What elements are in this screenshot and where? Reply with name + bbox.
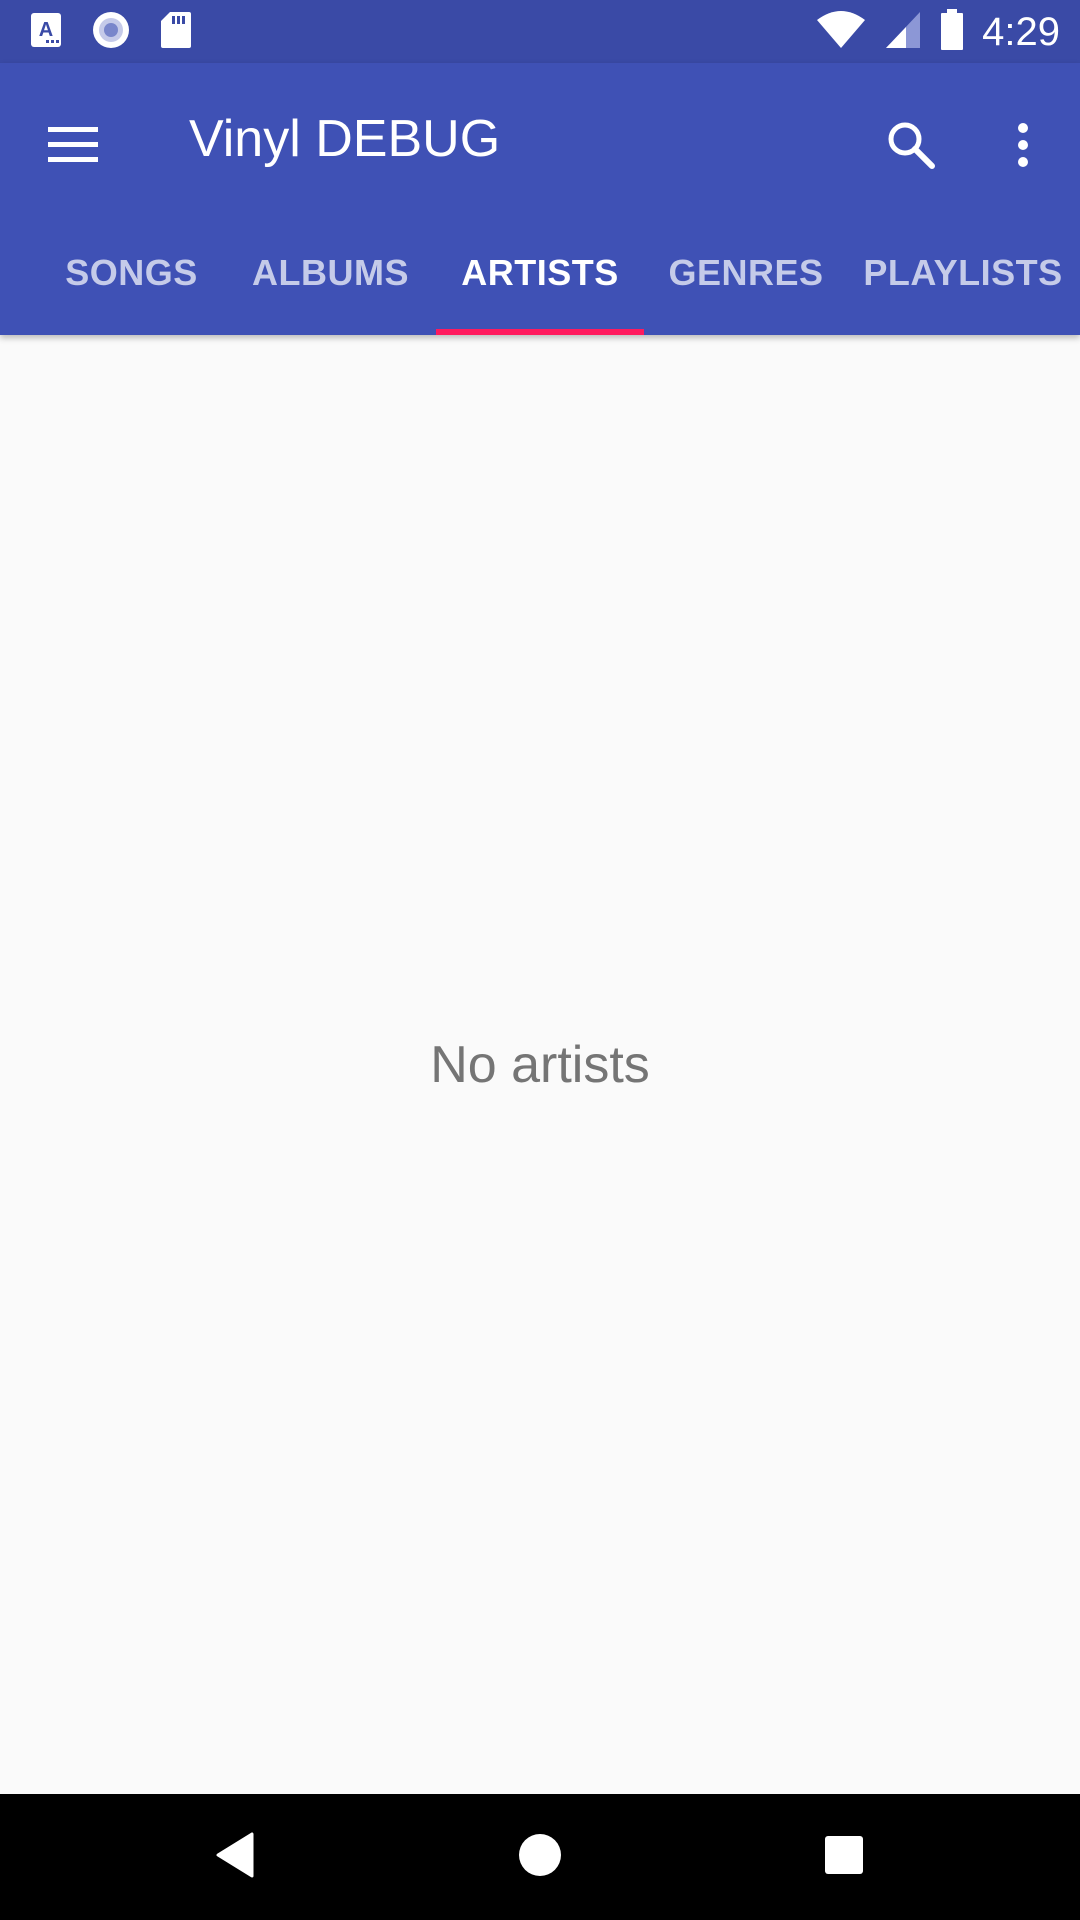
cell-signal-icon — [884, 10, 922, 55]
home-icon — [518, 1833, 562, 1882]
tab-albums[interactable]: ALBUMS — [237, 210, 424, 335]
hamburger-icon — [48, 126, 98, 168]
back-icon — [215, 1832, 255, 1883]
tab-songs[interactable]: SONGS — [50, 210, 213, 335]
toolbar: Vinyl DEBUG — [0, 63, 1080, 210]
wifi-icon — [816, 10, 866, 55]
app-bar: Vinyl DEBUG SONGS ALBUMS ARTISTS GENRES … — [0, 63, 1080, 335]
back-button[interactable] — [185, 1814, 285, 1900]
screen: A 4:29 Vinyl DEBUG SONGS ALBUMS ARTISTS … — [0, 0, 1080, 1920]
tab-playlists[interactable]: PLAYLISTS — [856, 210, 1070, 335]
battery-icon — [940, 8, 964, 56]
status-right-icons: 4:29 — [816, 8, 1060, 56]
search-icon — [886, 120, 936, 175]
more-vert-icon — [1016, 122, 1030, 173]
recents-icon — [824, 1835, 864, 1880]
artists-list[interactable]: No artists — [0, 335, 1080, 1792]
home-button[interactable] — [490, 1814, 590, 1900]
app-title: Vinyl DEBUG — [189, 110, 501, 168]
tab-bar: SONGS ALBUMS ARTISTS GENRES PLAYLISTS — [0, 210, 1080, 335]
status-left-icons: A — [30, 11, 192, 54]
navigation-drawer-button[interactable] — [24, 98, 122, 196]
recents-button[interactable] — [794, 1814, 894, 1900]
record-icon — [92, 11, 130, 54]
search-button[interactable] — [862, 98, 960, 196]
status-bar: A 4:29 — [0, 0, 1080, 63]
app-a-icon: A — [30, 12, 62, 53]
empty-state-message: No artists — [430, 1036, 650, 1094]
svg-text:A: A — [39, 19, 53, 41]
more-options-button[interactable] — [974, 98, 1072, 196]
tab-artists[interactable]: ARTISTS — [436, 210, 644, 335]
sd-card-icon — [160, 11, 192, 54]
system-navigation-bar — [0, 1794, 1080, 1920]
status-time: 4:29 — [982, 10, 1060, 54]
tab-genres[interactable]: GENRES — [658, 210, 834, 335]
